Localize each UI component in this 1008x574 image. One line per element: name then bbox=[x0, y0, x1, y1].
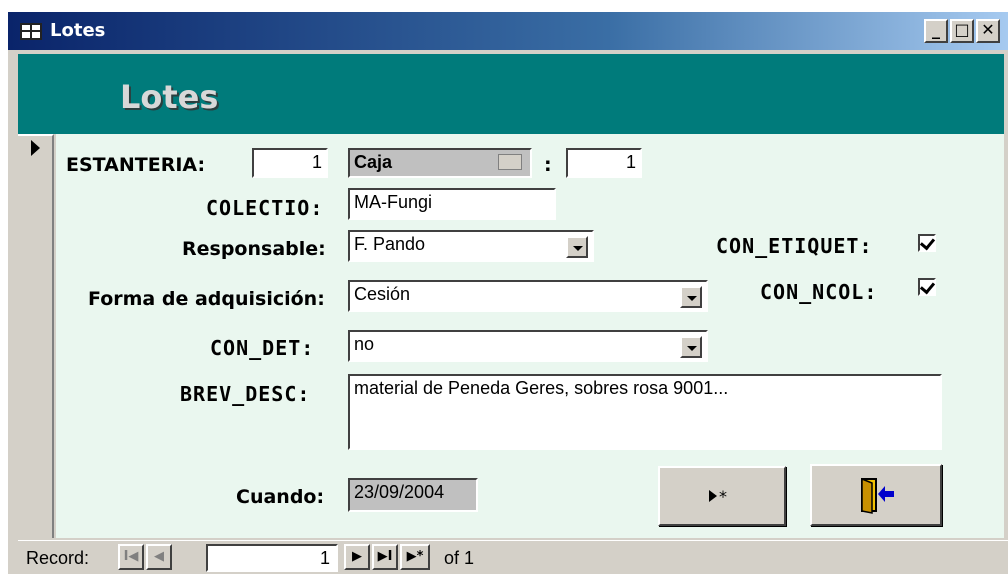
estanteria-field[interactable]: 1 bbox=[252, 148, 328, 178]
current-record-arrow-icon bbox=[31, 140, 40, 156]
form-header-title: Lotes bbox=[120, 78, 219, 116]
con-det-label: CON_DET: bbox=[210, 336, 315, 360]
window-title: Lotes bbox=[50, 20, 106, 41]
record-selector[interactable] bbox=[18, 134, 54, 538]
forma-adquisicion-label: Forma de adquisición: bbox=[88, 288, 325, 310]
maximize-button[interactable]: □ bbox=[950, 19, 974, 43]
caja-number-field[interactable]: 1 bbox=[566, 148, 642, 178]
record-label: Record: bbox=[26, 548, 90, 568]
con-ncol-checkbox[interactable] bbox=[918, 278, 936, 296]
colectio-label: COLECTIO: bbox=[206, 196, 324, 220]
form-icon bbox=[20, 23, 42, 40]
new-record-button[interactable]: * bbox=[658, 466, 786, 526]
responsable-dropdown-icon[interactable] bbox=[566, 236, 588, 258]
brev-desc-label: BREV_DESC: bbox=[180, 382, 311, 406]
forma-adquisicion-dropdown-icon[interactable] bbox=[680, 286, 702, 308]
minimize-button[interactable]: _ bbox=[924, 19, 948, 43]
door-arrow-icon bbox=[861, 477, 894, 514]
responsable-combo[interactable]: F. Pando bbox=[348, 230, 594, 262]
caja-separator: : bbox=[544, 154, 552, 176]
new-record-icon: * bbox=[660, 468, 784, 524]
estanteria-label: ESTANTERIA: bbox=[66, 154, 206, 176]
responsable-label: Responsable: bbox=[182, 238, 326, 260]
close-button[interactable]: ✕ bbox=[976, 19, 1000, 43]
title-bar[interactable] bbox=[8, 12, 1008, 50]
svg-text:*: * bbox=[719, 487, 727, 505]
new-record-arrow-icon: * bbox=[709, 487, 727, 505]
colectio-field[interactable]: MA-Fungi bbox=[348, 188, 556, 220]
cuando-field[interactable]: 23/09/2004 bbox=[348, 478, 478, 512]
exit-door-icon bbox=[812, 466, 940, 524]
record-number-input[interactable]: 1 bbox=[206, 544, 338, 572]
con-det-combo[interactable]: no bbox=[348, 330, 708, 362]
next-record-button[interactable]: ▶ bbox=[344, 544, 370, 570]
brev-desc-field[interactable]: material de Peneda Geres, sobres rosa 90… bbox=[348, 374, 942, 450]
con-etiquet-label: CON_ETIQUET: bbox=[716, 234, 873, 258]
con-etiquet-checkbox[interactable] bbox=[918, 234, 936, 252]
con-ncol-label: CON_NCOL: bbox=[760, 280, 878, 304]
con-det-dropdown-icon[interactable] bbox=[680, 336, 702, 358]
exit-button[interactable] bbox=[810, 464, 942, 526]
first-record-button[interactable]: I◀ bbox=[118, 544, 144, 570]
previous-record-button[interactable]: ◀ bbox=[146, 544, 172, 570]
cuando-label: Cuando: bbox=[236, 486, 325, 508]
record-count: of 1 bbox=[444, 548, 475, 568]
forma-adquisicion-combo[interactable]: Cesión bbox=[348, 280, 708, 312]
caja-spin-icon[interactable] bbox=[498, 154, 522, 170]
last-record-button[interactable]: ▶I bbox=[372, 544, 398, 570]
new-record-nav-button[interactable]: ▶* bbox=[400, 544, 430, 570]
